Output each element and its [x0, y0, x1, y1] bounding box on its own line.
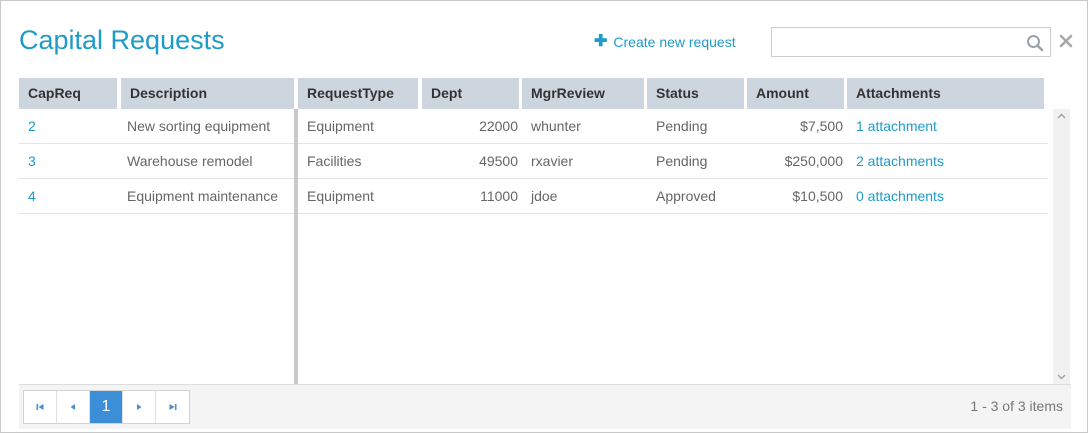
next-page-icon — [137, 404, 142, 410]
mgr-review-cell: whunter — [531, 118, 581, 134]
close-icon[interactable] — [1059, 34, 1073, 48]
description-cell: Equipment maintenance — [127, 188, 278, 204]
column-header-status[interactable]: Status — [647, 78, 744, 109]
pager-info: 1 - 3 of 3 items — [970, 398, 1063, 414]
prev-page-button[interactable] — [57, 391, 90, 423]
create-new-request-link[interactable]: ✚ Create new request — [594, 33, 736, 51]
status-cell: Pending — [656, 153, 708, 169]
column-header-dept[interactable]: Dept — [422, 78, 519, 109]
dept-cell: 49500 — [479, 153, 518, 169]
last-page-icon — [169, 404, 176, 410]
search-input[interactable] — [772, 28, 1022, 56]
table-row[interactable]: 3 Warehouse remodel Facilities 49500 rxa… — [19, 144, 1048, 179]
scroll-up-icon[interactable] — [1057, 113, 1066, 119]
amount-cell: $7,500 — [800, 118, 843, 134]
request-type-cell: Equipment — [307, 188, 374, 204]
pager-buttons: 1 — [23, 390, 190, 424]
vertical-scrollbar[interactable] — [1053, 109, 1070, 384]
next-page-button[interactable] — [123, 391, 156, 423]
create-new-request-label: Create new request — [613, 34, 736, 50]
scroll-down-icon[interactable] — [1057, 374, 1066, 380]
search-icon[interactable] — [1026, 34, 1044, 52]
dept-cell: 22000 — [479, 118, 518, 134]
attachments-link[interactable]: 0 attachments — [847, 179, 1047, 213]
page-title: Capital Requests — [19, 25, 225, 55]
status-cell: Approved — [656, 188, 716, 204]
capital-requests-window: Capital Requests ✚ Create new request Ca… — [0, 0, 1088, 433]
request-type-cell: Equipment — [307, 118, 374, 134]
dept-cell: 11000 — [480, 188, 518, 204]
description-cell: New sorting equipment — [127, 118, 271, 134]
amount-cell: $250,000 — [784, 153, 843, 169]
search-box — [771, 27, 1051, 57]
prev-page-icon — [70, 404, 75, 410]
table-row[interactable]: 2 New sorting equipment Equipment 22000 … — [19, 109, 1048, 144]
description-cell: Warehouse remodel — [127, 153, 253, 169]
column-header-capreq[interactable]: CapReq — [19, 78, 117, 109]
capreq-link[interactable]: 4 — [19, 179, 121, 213]
amount-cell: $10,500 — [792, 188, 843, 204]
frozen-column-divider[interactable] — [294, 109, 298, 384]
last-page-button[interactable] — [156, 391, 189, 423]
mgr-review-cell: jdoe — [531, 188, 558, 204]
plus-icon: ✚ — [594, 33, 608, 50]
first-page-icon — [36, 404, 44, 410]
pager: 1 1 - 3 of 3 items — [19, 384, 1071, 429]
page-button-current[interactable]: 1 — [90, 391, 123, 423]
attachments-link[interactable]: 1 attachment — [847, 109, 1047, 143]
column-header-mgrreview[interactable]: MgrReview — [522, 78, 644, 109]
requests-grid: CapReq Description RequestType Dept MgrR… — [19, 78, 1071, 384]
request-type-cell: Facilities — [307, 153, 362, 169]
attachments-link[interactable]: 2 attachments — [847, 144, 1047, 178]
table-row[interactable]: 4 Equipment maintenance Equipment 11000 … — [19, 179, 1048, 214]
capreq-link[interactable]: 2 — [19, 109, 121, 143]
column-header-amount[interactable]: Amount — [747, 78, 844, 109]
mgr-review-cell: rxavier — [531, 153, 574, 169]
capreq-link[interactable]: 3 — [19, 144, 121, 178]
column-header-description[interactable]: Description — [121, 78, 294, 109]
first-page-button[interactable] — [24, 391, 57, 423]
column-header-requesttype[interactable]: RequestType — [298, 78, 418, 109]
column-header-attachments[interactable]: Attachments — [847, 78, 1044, 109]
status-cell: Pending — [656, 118, 708, 134]
